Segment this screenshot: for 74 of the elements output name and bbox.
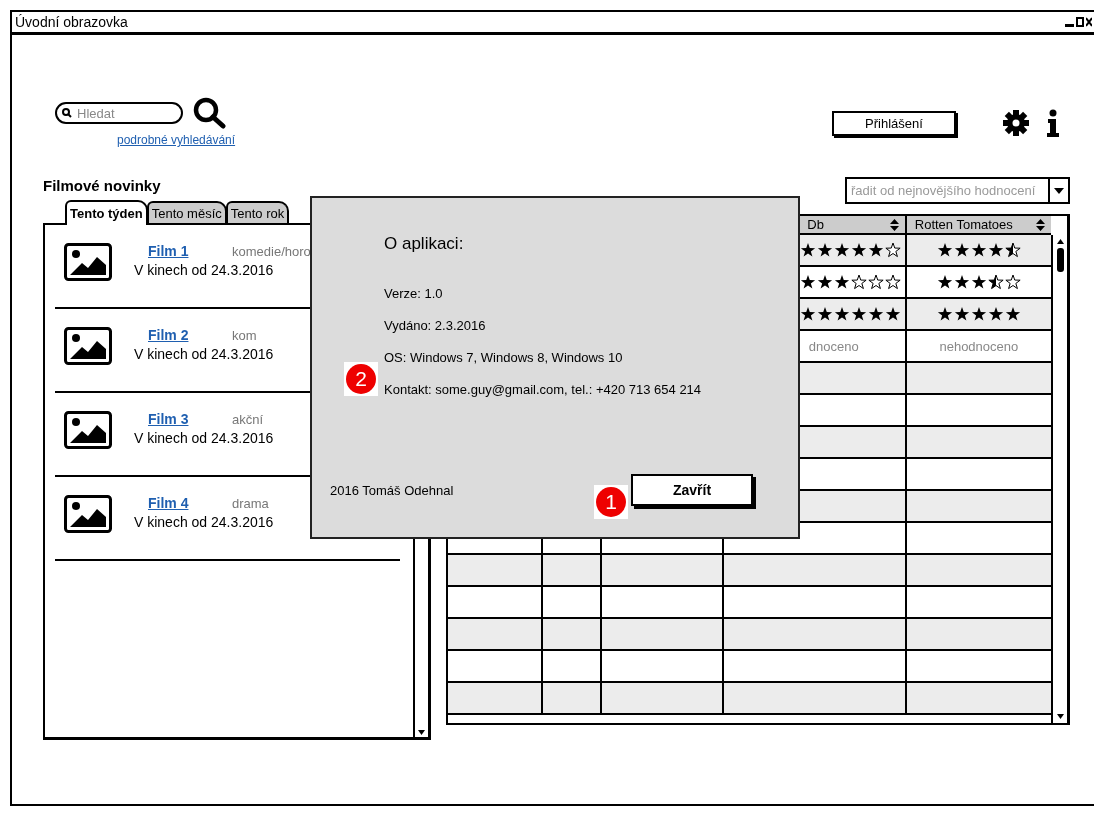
login-button[interactable]: Přihlášení	[832, 110, 956, 136]
film-genre: kom	[232, 328, 257, 343]
scroll-down-icon[interactable]	[416, 728, 427, 737]
info-text: OS: Windows 7, Windows 8, Windows 10	[384, 350, 624, 367]
release-date: V kinech od 24.3.2016	[134, 346, 274, 362]
film-title-link[interactable]: Film 4	[148, 495, 232, 511]
settings-icon[interactable]	[1002, 109, 1030, 137]
star-icon	[867, 242, 884, 258]
window-title: Úvodní obrazovka	[15, 14, 128, 30]
image-icon	[64, 327, 112, 365]
rating-text: nehodnoceno	[939, 338, 1019, 354]
star-icon	[867, 306, 884, 322]
star-icon	[799, 274, 816, 290]
star-icon	[833, 274, 850, 290]
release-date: V kinech od 24.3.2016	[134, 262, 275, 278]
star-icon	[953, 242, 970, 258]
star-icon	[884, 306, 901, 322]
star-icon	[970, 306, 987, 322]
star-icon	[987, 306, 1004, 322]
rating-text: dnoceno	[808, 338, 859, 354]
sort-dropdown[interactable]: řadit od nejnovějšího hodnocení	[845, 177, 1070, 204]
star-icon	[850, 306, 867, 322]
close-icon[interactable]	[1086, 17, 1092, 27]
star-icon	[1004, 306, 1021, 322]
star-icon	[970, 242, 987, 258]
star-icon	[953, 306, 970, 322]
column-header[interactable]: Rotten Tomatoes	[906, 216, 1051, 233]
number-marker: 1	[594, 485, 628, 519]
number-marker: 2	[344, 362, 378, 396]
half-star-icon	[987, 274, 1004, 290]
scroll-up-icon[interactable]	[1054, 237, 1066, 246]
film-title-link[interactable]: Film 3	[148, 411, 232, 427]
star-icon	[816, 306, 833, 322]
release-date: V kinech od 24.3.2016	[134, 514, 274, 530]
image-icon	[64, 243, 112, 281]
scroll-thumb[interactable]	[1056, 248, 1064, 272]
tab[interactable]: Tento týden	[65, 200, 148, 225]
info-text: Verze: 1.0	[384, 286, 444, 303]
tab[interactable]: Tento rok	[225, 201, 290, 223]
star-icon	[816, 274, 833, 290]
star-icon	[850, 242, 867, 258]
film-genre: akční	[232, 412, 264, 427]
half-star-icon	[1004, 242, 1021, 258]
star-icon	[936, 274, 953, 290]
search-icon	[62, 108, 72, 118]
info-icon[interactable]	[1046, 109, 1060, 137]
star-icon	[953, 274, 970, 290]
copyright-text: 2016 Tomáš Odehnal	[330, 482, 454, 498]
dialog-title: O aplikaci:	[384, 234, 464, 254]
film-title-link[interactable]: Film 2	[148, 327, 232, 343]
image-icon	[64, 495, 112, 533]
section-title: Filmové novinky	[43, 177, 162, 194]
image-icon	[64, 411, 112, 449]
star-icon	[799, 242, 816, 258]
search-field[interactable]: Hledat	[55, 102, 183, 124]
release-date: V kinech od 24.3.2016	[134, 430, 274, 446]
film-genre: drama	[232, 496, 269, 511]
caret-icon	[1054, 187, 1064, 194]
star-icon	[833, 306, 850, 322]
film-title-link[interactable]: Film 1	[148, 243, 232, 259]
star-icon	[936, 306, 953, 322]
info-text: Kontakt: some.guy@gmail.com, tel.: +420 713 654 214	[384, 382, 702, 399]
info-text: Vydáno: 2.3.2016	[384, 318, 487, 335]
star-icon	[816, 242, 833, 258]
close-button[interactable]: Zavřít	[631, 474, 753, 506]
maximize-icon[interactable]	[1076, 17, 1084, 27]
film-genre: komedie/horo	[232, 244, 311, 259]
scroll-down-icon[interactable]	[1054, 712, 1066, 721]
star-icon	[833, 242, 850, 258]
star-icon	[936, 242, 953, 258]
search-icon[interactable]	[193, 97, 227, 129]
advanced-search-link[interactable]: podrobné vyhledávání	[117, 133, 236, 147]
tab[interactable]: Tento měsíc	[146, 201, 227, 223]
star-icon	[799, 306, 816, 322]
